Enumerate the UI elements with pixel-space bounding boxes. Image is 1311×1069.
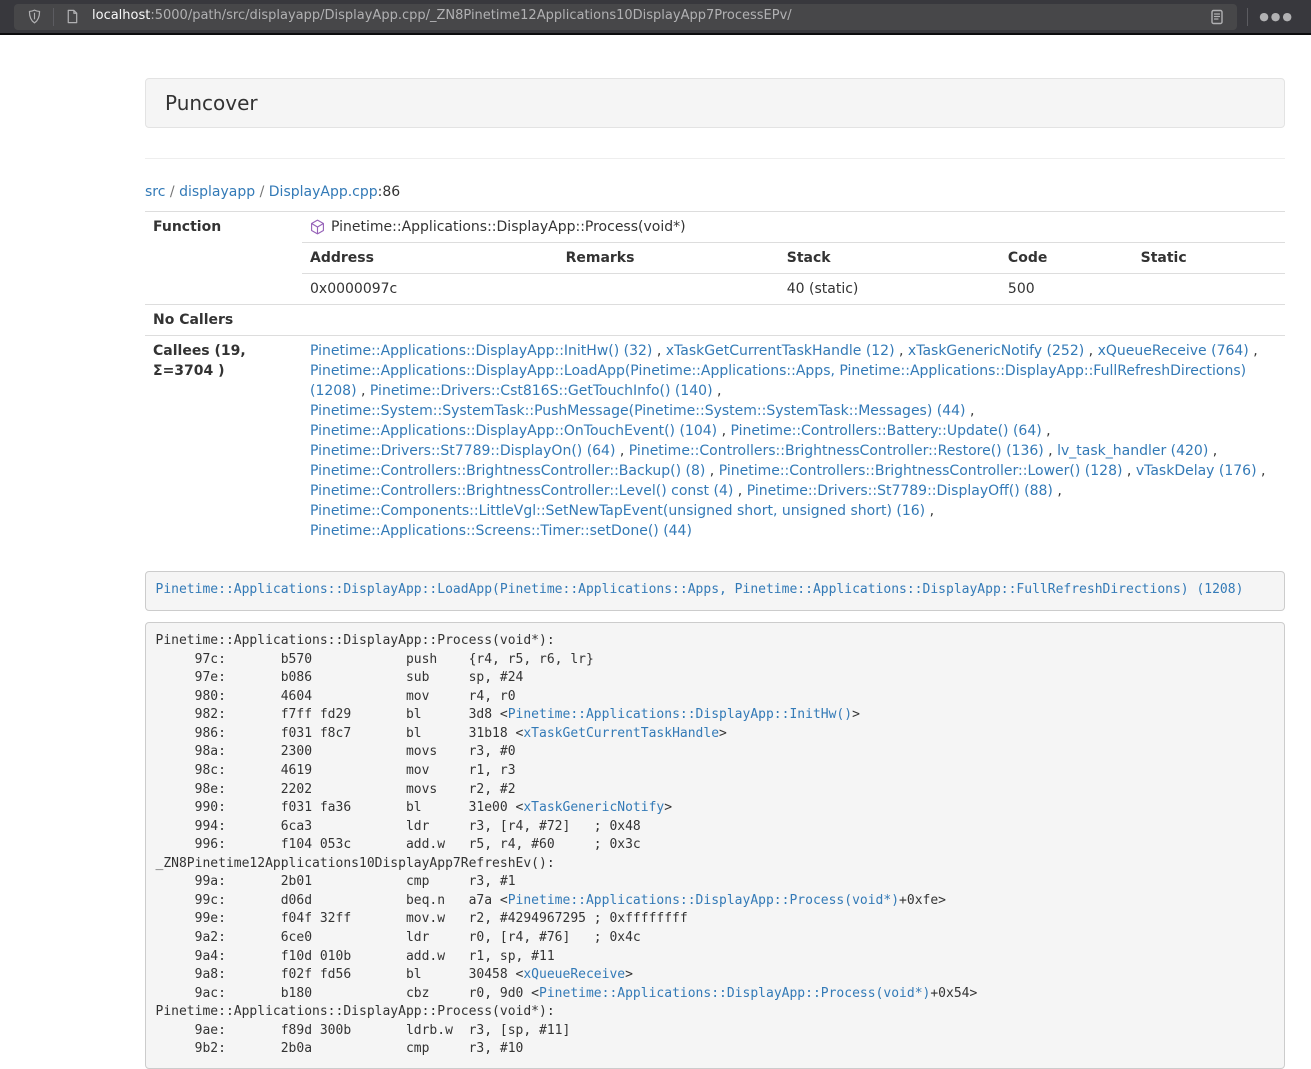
col-stack: Stack [779,242,1000,273]
divider [145,158,1285,159]
function-stats-table: Address Remarks Stack Code Static 0x0000… [302,242,1285,304]
callee-link[interactable]: Pinetime::System::SystemTask::PushMessag… [310,403,966,419]
urlbar-divider [53,8,54,26]
breadcrumb-separator: / [165,184,179,200]
callee-link[interactable]: xTaskGenericNotify (252) [908,343,1084,359]
url-input[interactable]: localhost:5000/path/src/displayapp/Displ… [92,7,1203,26]
function-detail-table: Function Pinetime::Applications::Display… [145,211,1285,546]
browser-toolbar: localhost:5000/path/src/displayapp/Displ… [0,0,1311,35]
col-static: Static [1133,242,1285,273]
reader-mode-icon[interactable] [1203,4,1231,30]
asm-symbol-link[interactable]: Pinetime::Applications::DisplayApp::Proc… [539,986,930,1001]
breadcrumb-link-src[interactable]: src [145,184,165,200]
breadcrumb: src / displayapp / DisplayApp.cpp:86 [145,183,1285,203]
callee-link[interactable]: lv_task_handler (420) [1057,443,1208,459]
callee-link[interactable]: xQueueReceive (764) [1098,343,1249,359]
callee-link[interactable]: Pinetime::Drivers::Cst816S::GetTouchInfo… [370,383,713,399]
page-container: Puncover src / displayapp / DisplayApp.c… [145,35,1285,1069]
asm-symbol-link[interactable]: xTaskGenericNotify [523,800,664,815]
app-title: Puncover [145,78,1285,128]
no-callers-label: No Callers [145,304,302,335]
callee-link[interactable]: Pinetime::Components::LittleVgl::SetNewT… [310,503,925,519]
static-value [1133,273,1285,304]
more-actions-icon[interactable]: ●●● [1252,4,1301,30]
callee-link[interactable]: Pinetime::Controllers::BrightnessControl… [719,463,1123,479]
load-app-snippet: Pinetime::Applications::DisplayApp::Load… [145,571,1285,611]
asm-symbol-link[interactable]: Pinetime::Applications::DisplayApp::Proc… [508,893,899,908]
callee-link[interactable]: Pinetime::Drivers::St7789::DisplayOff() … [747,483,1053,499]
callee-link[interactable]: Pinetime::Applications::DisplayApp::OnTo… [310,423,717,439]
url-host: localhost [92,8,150,23]
address-value: 0x0000097c [302,273,558,304]
callee-link[interactable]: vTaskDelay (176) [1136,463,1257,479]
callee-link[interactable]: Pinetime::Drivers::St7789::DisplayOn() (… [310,443,615,459]
function-row: Function Pinetime::Applications::Display… [145,211,1285,304]
function-label: Function [145,211,302,304]
stats-value-row: 0x0000097c 40 (static) 500 [302,273,1285,304]
code-value: 500 [1000,273,1133,304]
page-info-icon[interactable] [58,4,86,30]
asm-symbol-link[interactable]: Pinetime::Applications::DisplayApp::Init… [508,707,852,722]
asm-symbol-link[interactable]: xQueueReceive [523,967,625,982]
breadcrumb-link-displayapp[interactable]: displayapp [179,184,255,200]
callee-link[interactable]: Pinetime::Controllers::BrightnessControl… [629,443,1044,459]
breadcrumb-separator: / [255,184,269,200]
callees-label: Callees (19, Σ=3704 ) [145,335,302,546]
callee-link[interactable]: Pinetime::Controllers::BrightnessControl… [310,463,705,479]
callee-link[interactable]: Pinetime::Controllers::Battery::Update()… [730,423,1041,439]
stack-value: 40 (static) [779,273,1000,304]
breadcrumb-line-number: :86 [378,184,401,200]
breadcrumb-link-file[interactable]: DisplayApp.cpp [269,184,378,200]
cube-icon [310,219,325,235]
no-callers-row: No Callers [145,304,1285,335]
callee-link[interactable]: xTaskGetCurrentTaskHandle (12) [666,343,895,359]
stats-header-row: Address Remarks Stack Code Static [302,242,1285,273]
remarks-value [558,273,779,304]
callee-link[interactable]: Pinetime::Applications::DisplayApp::Init… [310,343,652,359]
toolbar-divider [1247,8,1248,26]
asm-symbol-link[interactable]: xTaskGetCurrentTaskHandle [523,726,719,741]
shield-icon[interactable] [20,4,49,30]
function-name-row: Pinetime::Applications::DisplayApp::Proc… [302,212,1285,242]
col-address: Address [302,242,558,273]
snippet-link[interactable]: Pinetime::Applications::DisplayApp::Load… [156,582,1244,597]
col-code: Code [1000,242,1133,273]
callee-link[interactable]: Pinetime::Applications::Screens::Timer::… [310,523,692,539]
url-path: :5000/path/src/displayapp/DisplayApp.cpp… [150,8,791,23]
callee-link[interactable]: Pinetime::Controllers::BrightnessControl… [310,483,733,499]
callees-row: Callees (19, Σ=3704 ) Pinetime::Applicat… [145,335,1285,546]
url-bar[interactable]: localhost:5000/path/src/displayapp/Displ… [14,4,1237,30]
callees-list: Pinetime::Applications::DisplayApp::Init… [302,335,1285,546]
function-name: Pinetime::Applications::DisplayApp::Proc… [331,217,686,237]
col-remarks: Remarks [558,242,779,273]
assembly-listing: Pinetime::Applications::DisplayApp::Proc… [145,622,1285,1069]
